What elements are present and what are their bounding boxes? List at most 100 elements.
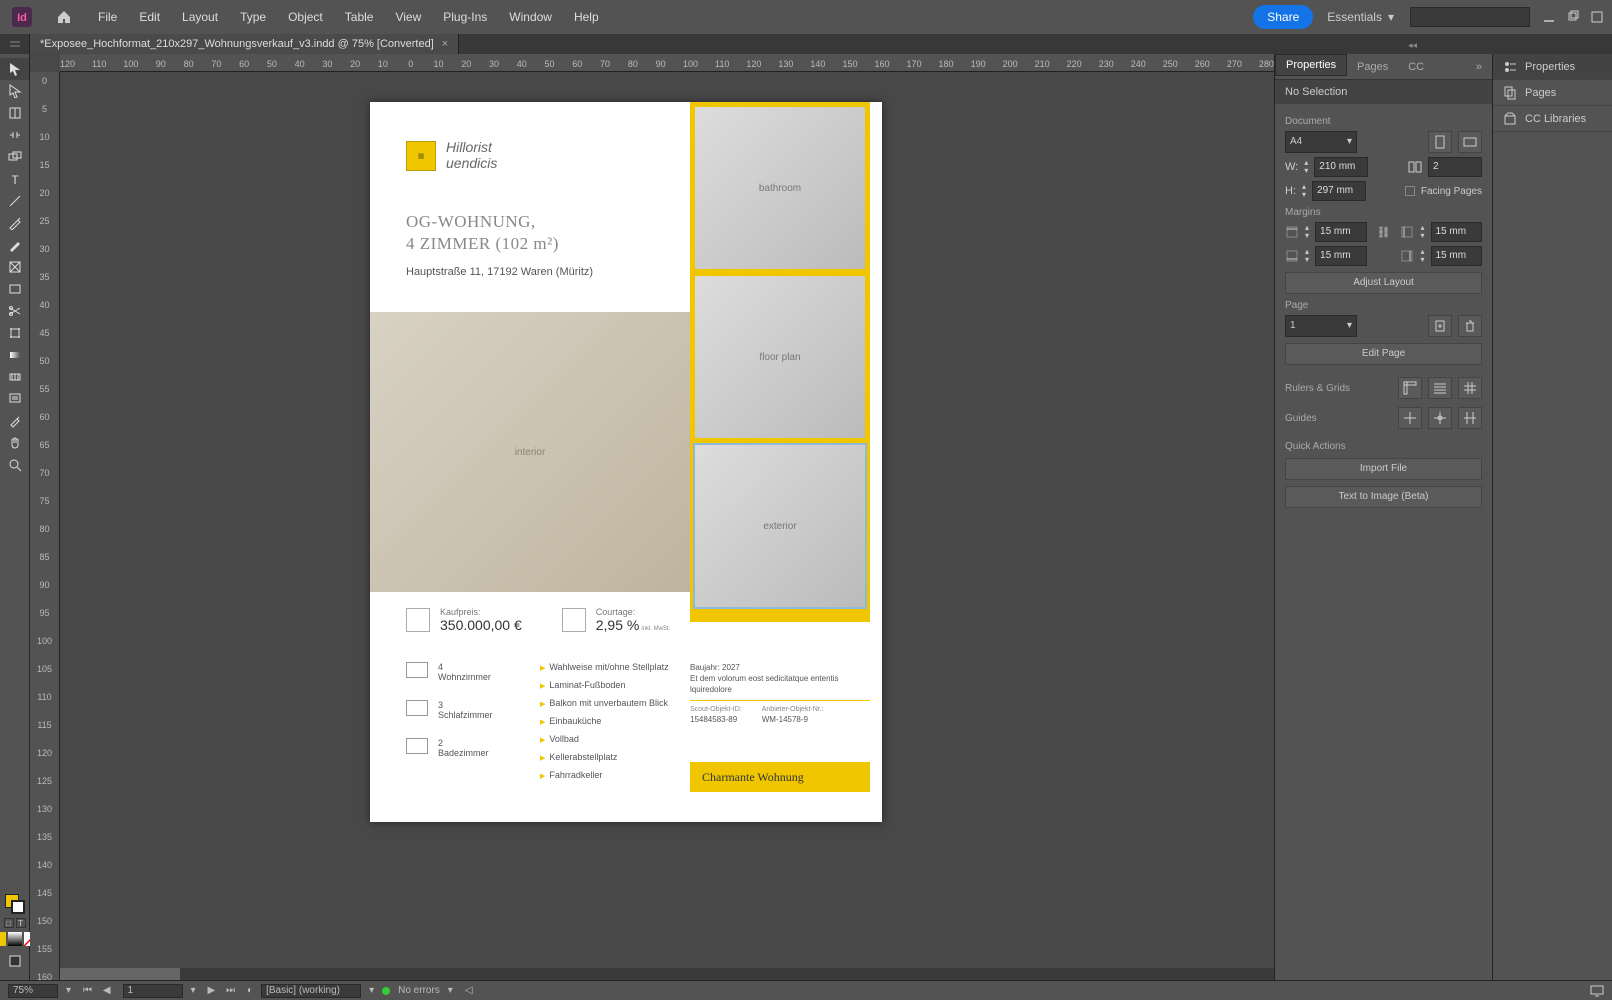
adjust-layout-button[interactable]: Adjust Layout — [1285, 272, 1482, 294]
prev-page-icon[interactable]: ◀ — [99, 985, 115, 996]
side-image-2[interactable]: floor plan — [695, 276, 865, 438]
pencil-tool-icon[interactable] — [0, 234, 29, 256]
orientation-portrait-icon[interactable] — [1428, 131, 1452, 153]
menu-edit[interactable]: Edit — [129, 0, 170, 34]
facing-pages-checkbox[interactable]: Facing Pages — [1405, 186, 1482, 197]
maximize-icon[interactable] — [1590, 10, 1604, 24]
margin-left-field[interactable]: 15 mm — [1431, 222, 1483, 242]
stepper-icon[interactable]: ▴▾ — [1420, 224, 1424, 240]
line-tool-icon[interactable] — [0, 190, 29, 212]
text-to-image-button[interactable]: Text to Image (Beta) — [1285, 486, 1482, 508]
zoom-tool-icon[interactable] — [0, 454, 29, 476]
stepper-icon[interactable]: ▴▾ — [1304, 159, 1308, 175]
apply-color-icon[interactable] — [0, 932, 6, 946]
chevron-left-icon[interactable]: ◁ — [465, 985, 473, 996]
content-collector-tool-icon[interactable] — [0, 146, 29, 168]
page-field[interactable]: 1 — [123, 984, 183, 998]
search-input[interactable] — [1410, 7, 1530, 27]
page-preset-dropdown[interactable]: A4▾ — [1285, 131, 1357, 153]
stepper-icon[interactable]: ▴▾ — [1302, 183, 1306, 199]
formatting-text-icon[interactable]: T — [16, 918, 26, 928]
ruler-horizontal[interactable]: 1201101009080706050403020100102030405060… — [60, 54, 1274, 72]
main-image-frame[interactable]: interior — [370, 312, 690, 592]
fill-stroke-swatch[interactable] — [5, 894, 25, 914]
page-tool-icon[interactable] — [0, 102, 29, 124]
panel-properties[interactable]: Properties — [1493, 54, 1612, 80]
smart-guides-icon[interactable] — [1428, 407, 1452, 429]
free-transform-tool-icon[interactable] — [0, 322, 29, 344]
chevron-down-icon[interactable]: ▾ — [66, 985, 71, 996]
rectangle-tool-icon[interactable] — [0, 278, 29, 300]
menu-layout[interactable]: Layout — [172, 0, 228, 34]
share-button[interactable]: Share — [1253, 5, 1313, 29]
last-page-icon[interactable]: ⏭ — [222, 985, 239, 996]
chevron-down-icon[interactable]: ▾ — [369, 985, 374, 996]
note-tool-icon[interactable] — [0, 388, 29, 410]
next-page-icon[interactable]: ▶ — [204, 985, 220, 996]
direct-selection-tool-icon[interactable] — [0, 80, 29, 102]
height-field[interactable]: 297 mm — [1312, 181, 1366, 201]
screen-mode-icon[interactable] — [1590, 985, 1604, 997]
stepper-icon[interactable]: ▴▾ — [1420, 248, 1424, 264]
orientation-landscape-icon[interactable] — [1458, 131, 1482, 153]
gap-tool-icon[interactable] — [0, 124, 29, 146]
eyedropper-tool-icon[interactable] — [0, 410, 29, 432]
hand-tool-icon[interactable] — [0, 432, 29, 454]
panel-pages[interactable]: Pages — [1493, 80, 1612, 106]
rulers-toggle-icon[interactable] — [1398, 377, 1422, 399]
page-number-dropdown[interactable]: 1▾ — [1285, 315, 1357, 337]
gradient-feather-tool-icon[interactable] — [0, 366, 29, 388]
panel-menu-icon[interactable]: » — [1466, 54, 1492, 79]
collapse-panels-icon[interactable]: ◂◂ — [1408, 40, 1417, 51]
document-tab[interactable]: *Exposee_Hochformat_210x297_Wohnungsverk… — [30, 34, 459, 54]
edit-page-button[interactable]: Edit Page — [1285, 343, 1482, 365]
pen-tool-icon[interactable] — [0, 212, 29, 234]
side-image-3-selected[interactable]: exterior — [695, 445, 865, 607]
tab-cclibraries[interactable]: CC Libraries — [1398, 54, 1466, 79]
new-page-icon[interactable] — [1428, 315, 1452, 337]
tab-properties[interactable]: Properties — [1275, 54, 1347, 76]
document-page[interactable]: ▦ Hilloristuendicis OG-WOHNUNG, 4 ZIMMER… — [370, 102, 882, 822]
scissors-tool-icon[interactable] — [0, 300, 29, 322]
menu-plugins[interactable]: Plug-Ins — [433, 0, 497, 34]
pasteboard[interactable]: ▦ Hilloristuendicis OG-WOHNUNG, 4 ZIMMER… — [60, 72, 1274, 980]
baseline-grid-icon[interactable] — [1428, 377, 1452, 399]
guides-toggle-icon[interactable] — [1398, 407, 1422, 429]
document-grid-icon[interactable] — [1458, 377, 1482, 399]
menu-help[interactable]: Help — [564, 0, 609, 34]
restore-icon[interactable] — [1566, 10, 1580, 24]
preflight-errors[interactable]: No errors — [398, 985, 440, 996]
link-margins-icon[interactable]: ⛓ — [1377, 226, 1391, 239]
home-button[interactable] — [50, 3, 78, 31]
type-tool-icon[interactable]: T — [0, 168, 29, 190]
minimize-icon[interactable] — [1542, 10, 1556, 24]
menu-view[interactable]: View — [385, 0, 431, 34]
selection-tool-icon[interactable] — [0, 58, 29, 80]
delete-page-icon[interactable] — [1458, 315, 1482, 337]
columns-field[interactable]: 2 — [1428, 157, 1482, 177]
apply-gradient-icon[interactable] — [8, 932, 22, 946]
zoom-field[interactable]: 75% — [8, 984, 58, 998]
stepper-icon[interactable]: ▴▾ — [1305, 248, 1309, 264]
menu-window[interactable]: Window — [499, 0, 562, 34]
menu-table[interactable]: Table — [335, 0, 384, 34]
open-dialog-icon[interactable]: ◐ — [247, 985, 253, 996]
snap-guides-icon[interactable] — [1458, 407, 1482, 429]
import-file-button[interactable]: Import File — [1285, 458, 1482, 480]
menu-file[interactable]: File — [88, 0, 127, 34]
margin-right-field[interactable]: 15 mm — [1431, 246, 1483, 266]
chevron-down-icon[interactable]: ▾ — [448, 985, 453, 996]
horizontal-scrollbar[interactable] — [60, 968, 1274, 980]
first-page-icon[interactable]: ⏮ — [79, 985, 96, 996]
menu-type[interactable]: Type — [230, 0, 276, 34]
menu-object[interactable]: Object — [278, 0, 333, 34]
workspace-dropdown[interactable]: Essentials ▾ — [1327, 10, 1394, 24]
margin-top-field[interactable]: 15 mm — [1315, 222, 1367, 242]
stepper-icon[interactable]: ▴▾ — [1305, 224, 1309, 240]
side-image-1[interactable]: bathroom — [695, 107, 865, 269]
ruler-vertical[interactable]: 0510152025303540455055606570758085909510… — [30, 72, 60, 980]
scrollbar-thumb[interactable] — [60, 968, 180, 980]
style-field[interactable]: [Basic] (working) — [261, 984, 361, 998]
width-field[interactable]: 210 mm — [1314, 157, 1368, 177]
panel-cclibraries[interactable]: CC Libraries — [1493, 106, 1612, 132]
